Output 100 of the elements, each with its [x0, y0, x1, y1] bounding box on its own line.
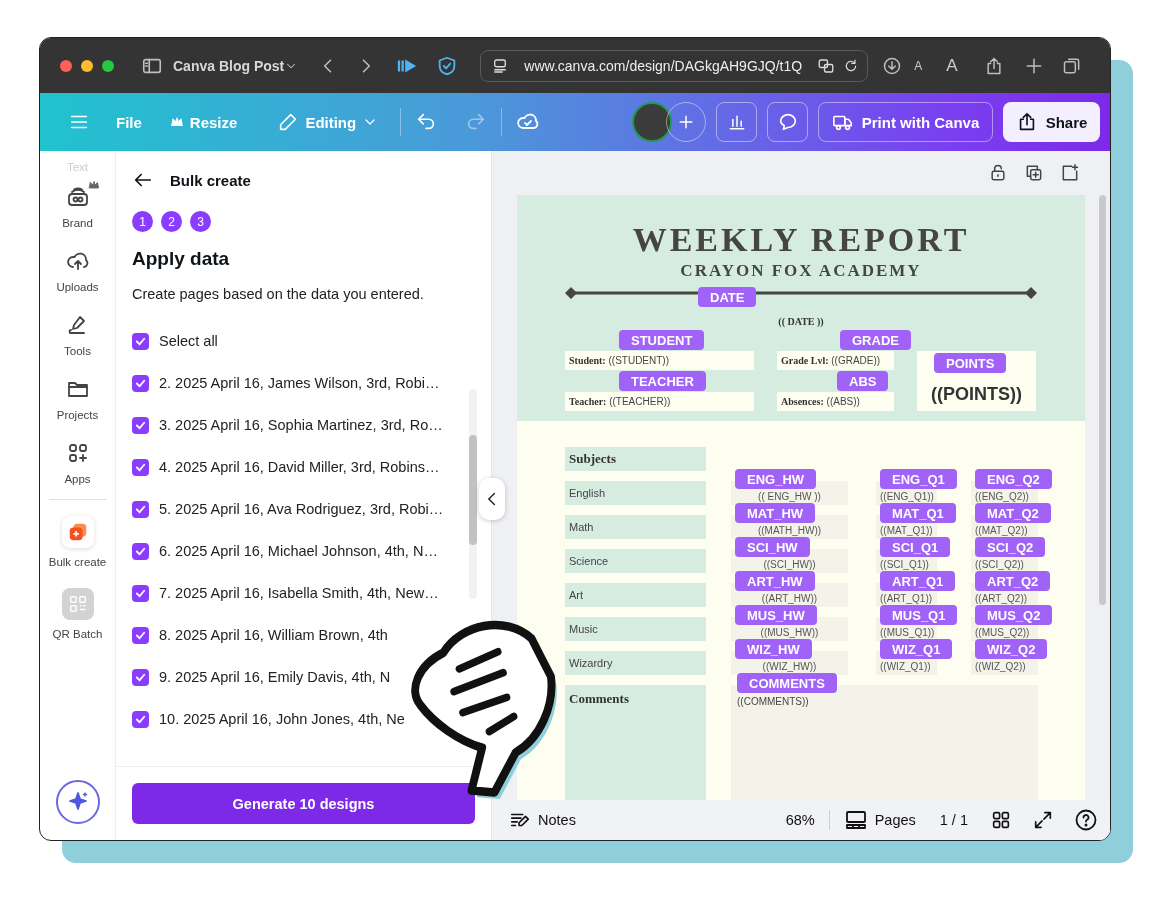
data-row-checkbox[interactable]: 3. 2025 April 16, Sophia Martinez, 3rd, Ro…: [132, 404, 443, 446]
report-subtitle: CRAYON FOX ACADEMY: [680, 261, 922, 281]
field-tag[interactable]: SCI_Q2: [975, 537, 1046, 557]
sidebar-item[interactable]: Projects: [41, 377, 114, 421]
checkbox[interactable]: [132, 626, 149, 644]
checkbox[interactable]: [132, 332, 149, 350]
user-avatar[interactable]: [632, 102, 672, 142]
zoom-button[interactable]: [102, 59, 114, 72]
field-tag[interactable]: MUS_Q1: [880, 605, 958, 625]
crown-icon: [87, 179, 100, 191]
sidebar-item[interactable]: Bulk create: [41, 516, 114, 568]
address-bar[interactable]: www.canva.com/design/DAGkgAH9GJQ/t1Q: [480, 49, 869, 82]
data-row-checkbox[interactable]: 10. 2025 April 16, John Jones, 4th, Ne: [132, 698, 405, 740]
checkbox[interactable]: [132, 416, 149, 434]
checkbox[interactable]: [132, 542, 149, 560]
field-tag[interactable]: ABS: [837, 371, 889, 391]
select-all-checkbox-row[interactable]: Select all: [132, 320, 218, 362]
subject-cell: Math: [565, 515, 706, 539]
field-tag[interactable]: SCI_HW: [735, 537, 810, 557]
magic-assistant-button[interactable]: [55, 780, 100, 824]
checkbox[interactable]: [132, 374, 149, 392]
checkmark-icon: [135, 671, 146, 683]
collapse-panel-button[interactable]: [479, 478, 505, 520]
checkbox[interactable]: [132, 500, 149, 518]
checkbox[interactable]: [132, 710, 149, 728]
column-header: Subjects: [565, 447, 706, 471]
data-row-checkbox[interactable]: 7. 2025 April 16, Isabella Smith, 4th, New…: [132, 572, 439, 614]
field-tag[interactable]: ENG_Q2: [975, 469, 1052, 489]
pages-icon: [843, 808, 868, 832]
field-tag[interactable]: ENG_HW: [735, 469, 817, 489]
description-text: Create pages based on the data you entered.: [132, 286, 425, 302]
sidebar-item[interactable]: Tools: [41, 313, 114, 357]
grid-view-button[interactable]: [990, 809, 1012, 831]
data-row-checkbox[interactable]: 5. 2025 April 16, Ava Rodriguez, 3rd, Robi…: [132, 488, 444, 530]
sidebar-item[interactable]: Apps: [41, 441, 114, 485]
file-menu[interactable]: File: [108, 107, 150, 137]
data-row-checkbox[interactable]: 4. 2025 April 16, David Miller, 3rd, Robins…: [132, 446, 440, 488]
field-tag[interactable]: ART_HW: [735, 571, 815, 591]
field-tag[interactable]: SCI_Q1: [880, 537, 951, 557]
field-tag[interactable]: MAT_Q2: [975, 503, 1051, 523]
add-page-icon: [1060, 163, 1080, 183]
field-tag[interactable]: DATE: [698, 287, 757, 307]
sidebar-item[interactable]: Brand: [41, 185, 114, 229]
add-page-button[interactable]: [1060, 163, 1080, 183]
field-tag[interactable]: POINTS: [934, 353, 1007, 373]
field-tag[interactable]: STUDENT: [619, 330, 705, 350]
data-row-checkbox[interactable]: 8. 2025 April 16, William Brown, 4th: [132, 614, 388, 656]
panel-title: Bulk create: [170, 171, 251, 189]
smaller-text-button[interactable]: A: [914, 58, 923, 73]
crown-icon: [169, 115, 184, 129]
lock-button[interactable]: [988, 163, 1008, 183]
field-tag[interactable]: WIZ_HW: [735, 639, 812, 659]
sidebar-item[interactable]: QR Batch: [41, 588, 114, 640]
close-button[interactable]: [60, 59, 72, 72]
tab-group-title[interactable]: Canva Blog Post: [173, 57, 285, 74]
comment-button[interactable]: [767, 102, 808, 142]
field-tag[interactable]: GRADE: [840, 330, 911, 350]
zoom-level-button[interactable]: 68%: [785, 812, 815, 828]
field-tag[interactable]: WIZ_Q2: [975, 639, 1048, 659]
field-tag[interactable]: MAT_Q1: [880, 503, 956, 523]
print-button[interactable]: Print with Canva: [818, 102, 993, 142]
checkbox[interactable]: [132, 458, 149, 476]
fullscreen-button[interactable]: [1032, 809, 1054, 831]
field-tag[interactable]: WIZ_Q1: [880, 639, 953, 659]
checkbox[interactable]: [132, 584, 149, 602]
field-tag[interactable]: MUS_Q2: [975, 605, 1053, 625]
field-tag[interactable]: MUS_HW: [735, 605, 817, 625]
minimize-button[interactable]: [81, 59, 93, 72]
grid-icon: [990, 809, 1012, 831]
chevron-left-icon: [488, 492, 496, 506]
share-button[interactable]: Share: [1003, 102, 1100, 142]
duplicate-page-button[interactable]: [1024, 163, 1044, 183]
scrollbar-thumb[interactable]: [1099, 195, 1106, 605]
field-tag[interactable]: TEACHER: [619, 371, 706, 391]
field-tag[interactable]: ENG_Q1: [880, 469, 957, 489]
scrollbar-track[interactable]: [469, 389, 477, 599]
field-tag[interactable]: ART_Q1: [880, 571, 956, 591]
resize-button[interactable]: Resize: [161, 107, 246, 137]
checkmark-icon: [135, 377, 146, 389]
help-button[interactable]: [1074, 808, 1098, 832]
info-field: Absences: ((ABS)): [777, 392, 894, 411]
checkmark-icon: [135, 503, 146, 515]
editing-mode-button[interactable]: Editing: [269, 105, 387, 139]
pages-button[interactable]: Pages: [843, 808, 916, 832]
insights-button[interactable]: [716, 102, 757, 142]
field-tag[interactable]: MAT_HW: [735, 503, 816, 523]
scrollbar-thumb[interactable]: [469, 435, 477, 545]
info-field: Student: ((STUDENT)): [565, 351, 754, 370]
checkbox[interactable]: [132, 668, 149, 686]
notes-button[interactable]: Notes: [509, 809, 576, 831]
data-row-checkbox[interactable]: 6. 2025 April 16, Michael Johnson, 4th, N…: [132, 530, 438, 572]
date-field: (( DATE )): [778, 316, 824, 327]
field-tag[interactable]: ART_Q2: [975, 571, 1051, 591]
larger-text-button[interactable]: A: [946, 55, 958, 76]
data-row-checkbox[interactable]: 9. 2025 April 16, Emily Davis, 4th, N: [132, 656, 391, 698]
sidebar-item[interactable]: Uploads: [41, 249, 114, 293]
download-icon[interactable]: [882, 55, 903, 76]
generate-button[interactable]: Generate 10 designs: [132, 783, 475, 824]
data-row-checkbox[interactable]: 2. 2025 April 16, James Wilson, 3rd, Robi…: [132, 362, 440, 404]
translate-icon: [817, 56, 836, 75]
